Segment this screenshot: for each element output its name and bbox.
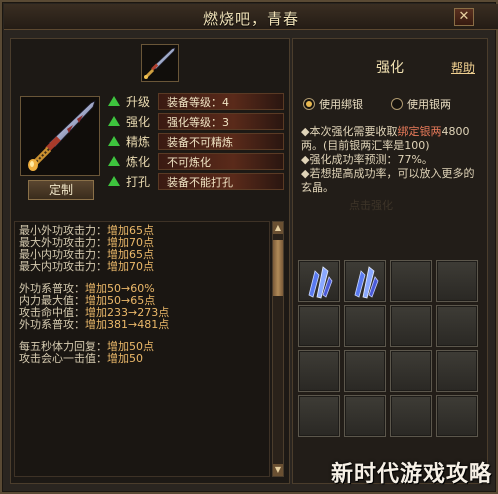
arrow-up-icon	[108, 116, 120, 126]
stat-label: 升级	[126, 94, 151, 109]
material-slot[interactable]	[436, 305, 478, 347]
dagger-icon	[28, 100, 96, 171]
faint-hint: 点击强化	[349, 199, 393, 212]
arrow-up-icon	[108, 176, 120, 186]
stat-row-upgrade[interactable]: 升级 装备等级：4	[106, 92, 284, 110]
material-slot[interactable]	[298, 305, 340, 347]
material-slot[interactable]	[298, 395, 340, 437]
attr-line: 外功系普攻：增加381→481点	[19, 318, 170, 331]
attribute-scrollbar[interactable]: ▲ ▼	[272, 221, 284, 477]
material-slot[interactable]	[390, 260, 432, 302]
stat-value: 不可炼化	[158, 152, 284, 170]
customize-button[interactable]: 定制	[28, 180, 94, 200]
stat-label: 精炼	[126, 134, 151, 149]
scroll-down-icon[interactable]: ▼	[273, 464, 283, 476]
site-watermark: 新时代游戏攻略	[330, 462, 492, 487]
material-slot[interactable]	[298, 350, 340, 392]
stat-row-refine[interactable]: 精炼 装备不可精炼	[106, 132, 284, 150]
arrow-up-icon	[108, 156, 120, 166]
stat-value: 装备等级：4	[158, 92, 284, 110]
attribute-list: 最小外功攻击力：增加65点 最大外功攻击力：增加70点 最小内功攻击力：增加65…	[14, 221, 270, 477]
stat-value: 装备不可精炼	[158, 132, 284, 150]
dagger-icon	[144, 47, 176, 79]
equipment-slot[interactable]	[141, 44, 179, 82]
scroll-up-icon[interactable]: ▲	[273, 222, 283, 234]
radio-label: 使用绑银	[319, 98, 363, 111]
material-slot[interactable]	[390, 350, 432, 392]
stat-row-enhance[interactable]: 强化 强化等级：3	[106, 112, 284, 130]
material-slot[interactable]	[390, 305, 432, 347]
stat-label: 炼化	[126, 154, 151, 169]
attr-line: 最大内功攻击力：增加70点	[19, 260, 154, 273]
material-grid	[298, 260, 484, 437]
material-slot[interactable]	[298, 260, 340, 302]
material-slot[interactable]	[390, 395, 432, 437]
arrow-up-icon	[108, 96, 120, 106]
radio-label: 使用银两	[407, 98, 451, 111]
weapon-preview	[20, 96, 100, 176]
material-slot[interactable]	[344, 395, 386, 437]
crystal-icon	[308, 266, 333, 299]
close-button[interactable]: ✕	[454, 8, 474, 26]
title-bar[interactable]: 燃烧吧，青春 ✕	[4, 4, 498, 30]
stat-label: 强化	[126, 114, 151, 129]
radio-unselected-icon[interactable]	[391, 98, 403, 110]
material-slot[interactable]	[344, 260, 386, 302]
material-slot[interactable]	[344, 350, 386, 392]
material-slot[interactable]	[436, 395, 478, 437]
crystal-icon	[354, 266, 379, 299]
stat-row-punch[interactable]: 打孔 装备不能打孔	[106, 172, 284, 190]
radio-selected-icon[interactable]	[303, 98, 315, 110]
stat-label: 打孔	[126, 174, 151, 189]
radio-use-bound-silver[interactable]: 使用绑银	[303, 96, 363, 112]
radio-use-silver[interactable]: 使用银两	[391, 96, 451, 112]
stat-row-smelt[interactable]: 炼化 不可炼化	[106, 152, 284, 170]
stat-value: 强化等级：3	[158, 112, 284, 130]
attr-line: 攻击会心一击值：增加50	[19, 352, 143, 365]
stat-value: 装备不能打孔	[158, 172, 284, 190]
window-title: 燃烧吧，青春	[202, 10, 299, 28]
arrow-up-icon	[108, 136, 120, 146]
material-slot[interactable]	[436, 350, 478, 392]
scroll-thumb[interactable]	[273, 240, 283, 296]
material-slot[interactable]	[436, 260, 478, 302]
material-slot[interactable]	[344, 305, 386, 347]
help-link[interactable]: 帮助	[451, 59, 475, 76]
enhance-description: ◆本次强化需要收取绑定银两4800两。(目前银两汇率是100) ◆强化成功率预测…	[301, 125, 475, 194]
